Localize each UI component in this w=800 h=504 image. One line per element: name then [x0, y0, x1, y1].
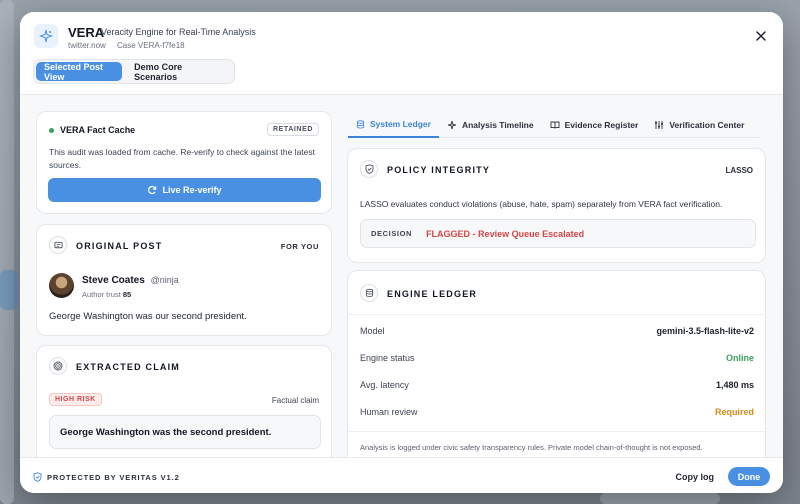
model-value: gemini-3.5-flash-lite-v2 — [656, 326, 754, 336]
latency-value: 1,480 ms — [715, 380, 754, 390]
tab-analysis-timeline-label: Analysis Timeline — [461, 120, 534, 130]
tab-evidence-register-label: Evidence Register — [564, 120, 639, 130]
author-trust: Author trust 85 — [82, 290, 131, 299]
ledger-note: Analysis is logged under civic safety tr… — [360, 443, 703, 452]
tab-demo-core-scenarios[interactable]: Demo Core Scenarios — [126, 62, 232, 82]
live-reverify-label: Live Re-verify — [162, 185, 222, 195]
app-subtitle: Veracity Engine for Real-Time Analysis — [101, 27, 256, 37]
ledger-row-engine-status: Engine status Online — [360, 350, 754, 366]
target-icon — [49, 357, 67, 375]
post-text: George Washington was our second preside… — [49, 311, 247, 322]
human-review-value: Required — [714, 407, 754, 417]
original-post-card: ORIGINAL POST FOR YOU Steve Coates @ninj… — [36, 224, 332, 336]
decision-value: FLAGGED - Review Queue Escalated — [426, 228, 585, 239]
database-icon — [360, 284, 378, 302]
author-handle: @ninja — [150, 275, 179, 285]
author-name[interactable]: Steve Coates @ninja — [82, 275, 179, 286]
author-trust-value: 85 — [122, 290, 132, 299]
modal-footer: PROTECTED BY VERITAS V1.2 Copy log Done — [20, 457, 783, 493]
ledger-row-human-review: Human review Required — [360, 404, 754, 420]
tab-system-ledger[interactable]: System Ledger — [348, 112, 439, 138]
extracted-claim-card: EXTRACTED CLAIM HIGH RISK Factual claim … — [36, 345, 332, 471]
risk-badge: HIGH RISK — [49, 393, 102, 406]
shield-check-icon — [33, 472, 42, 482]
book-icon — [550, 121, 560, 129]
human-review-label: Human review — [360, 407, 418, 417]
policy-description: LASSO evaluates conduct violations (abus… — [360, 199, 723, 209]
background-panel — [0, 0, 14, 504]
sparkle-icon — [34, 24, 58, 48]
ledger-row-latency: Avg. latency 1,480 ms — [360, 377, 754, 393]
latency-label: Avg. latency — [360, 380, 409, 390]
done-button[interactable]: Done — [728, 467, 770, 486]
source-label: twitter.now — [68, 41, 106, 50]
tab-evidence-register[interactable]: Evidence Register — [542, 112, 647, 138]
background-panel — [0, 270, 18, 310]
engine-ledger-card: ENGINE LEDGER Model gemini-3.5-flash-lit… — [347, 270, 766, 468]
extracted-claim-title: EXTRACTED CLAIM — [76, 362, 180, 372]
view-switcher: Selected Post View Demo Core Scenarios — [33, 59, 235, 84]
post-icon — [49, 236, 67, 254]
avatar[interactable] — [49, 273, 74, 298]
feed-tag: FOR YOU — [280, 242, 319, 251]
divider — [348, 314, 765, 315]
sparkle-icon — [447, 120, 457, 130]
protected-by: PROTECTED BY VERITAS V1.2 — [33, 472, 180, 482]
sliders-icon — [655, 121, 664, 129]
tab-system-ledger-label: System Ledger — [370, 119, 431, 129]
engine-ledger-title: ENGINE LEDGER — [387, 289, 478, 299]
ledger-tabs: System Ledger Analysis Timeline Evidence… — [348, 112, 759, 138]
ledger-row-model: Model gemini-3.5-flash-lite-v2 — [360, 323, 754, 339]
cache-title: VERA Fact Cache — [60, 125, 136, 135]
claim-type: Factual claim — [271, 396, 319, 405]
engine-status-value: Online — [725, 353, 754, 363]
claim-text: George Washington was the second preside… — [49, 415, 321, 449]
vera-modal: VERA Veracity Engine for Real-Time Analy… — [20, 12, 783, 493]
protected-by-label: PROTECTED BY VERITAS V1.2 — [47, 472, 180, 482]
lasso-tag: LASSO — [725, 166, 753, 175]
retained-badge: RETAINED — [266, 123, 319, 136]
author-trust-label: Author trust — [82, 290, 121, 299]
policy-integrity-card: POLICY INTEGRITY LASSO LASSO evaluates c… — [347, 148, 766, 263]
divider — [348, 431, 765, 432]
policy-title: POLICY INTEGRITY — [387, 165, 491, 175]
tab-analysis-timeline[interactable]: Analysis Timeline — [439, 112, 542, 138]
shield-icon — [360, 160, 378, 178]
tab-selected-post-view[interactable]: Selected Post View — [36, 62, 123, 82]
close-icon — [756, 31, 766, 41]
modal-header: VERA Veracity Engine for Real-Time Analy… — [20, 12, 783, 95]
copy-log-button[interactable]: Copy log — [676, 468, 715, 486]
engine-status-label: Engine status — [360, 353, 415, 363]
decision-label: DECISION — [371, 229, 413, 238]
original-post-title: ORIGINAL POST — [76, 241, 163, 251]
background-panel — [600, 493, 720, 504]
live-reverify-button[interactable]: Live Re-verify — [48, 178, 321, 202]
fact-cache-card: VERA Fact Cache RETAINED This audit was … — [36, 111, 332, 214]
tab-verification-center[interactable]: Verification Center — [646, 112, 752, 138]
author-name-text: Steve Coates — [82, 275, 145, 286]
case-meta: twitter.now Case VERA-f7fe18 — [68, 41, 194, 50]
close-button[interactable] — [752, 27, 770, 45]
status-dot — [49, 128, 54, 133]
refresh-icon — [148, 185, 157, 195]
model-label: Model — [360, 326, 385, 336]
tab-verification-center-label: Verification Center — [669, 120, 745, 130]
database-icon — [356, 119, 365, 128]
decision-box: DECISION FLAGGED - Review Queue Escalate… — [360, 219, 756, 248]
app-name: VERA — [68, 25, 105, 40]
case-id: Case VERA-f7fe18 — [117, 41, 185, 50]
cache-message: This audit was loaded from cache. Re-ver… — [49, 147, 315, 170]
